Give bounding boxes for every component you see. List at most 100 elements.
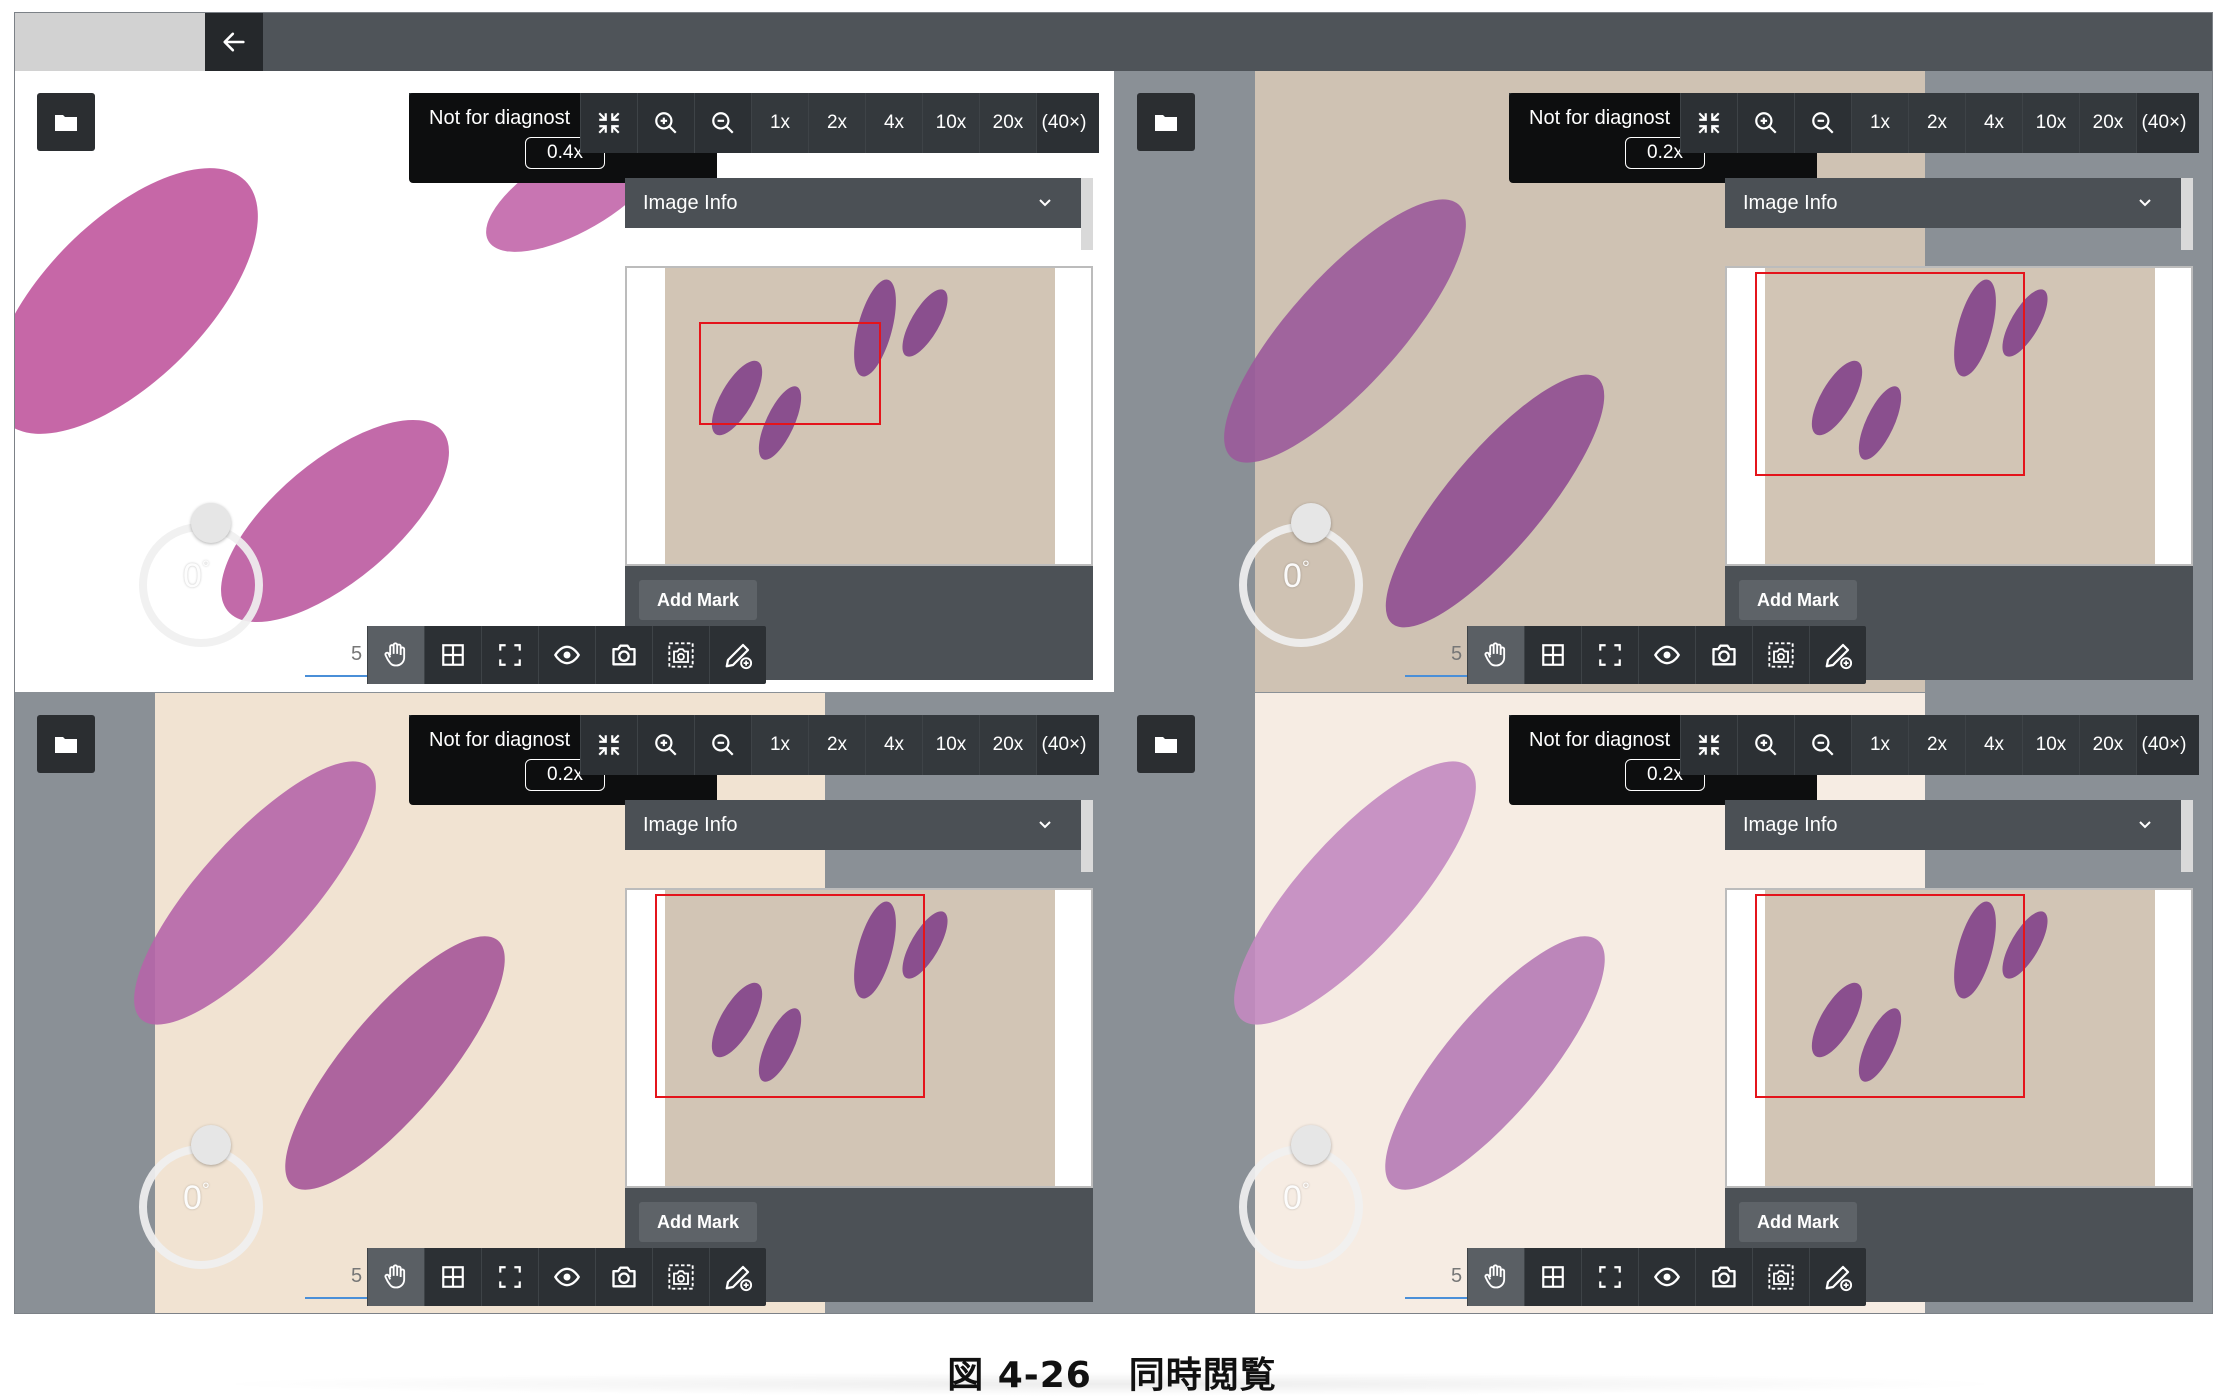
zoom-4x-button[interactable]: 4x — [1965, 715, 2022, 775]
zoom-2x-button[interactable]: 2x — [808, 715, 865, 775]
add-mark-button[interactable]: Add Mark — [639, 580, 757, 620]
zoom-4x-button[interactable]: 4x — [1965, 93, 2022, 153]
folder-button[interactable] — [37, 93, 95, 151]
region-camera-icon — [668, 1264, 694, 1290]
info-scrollbar[interactable] — [1081, 800, 1093, 872]
grid-tool-button[interactable] — [1524, 626, 1581, 684]
zoom-out-button[interactable] — [1794, 715, 1851, 775]
pan-tool-button[interactable] — [367, 1248, 424, 1306]
zoom-in-button[interactable] — [1737, 715, 1794, 775]
zoom-2x-button[interactable]: 2x — [1908, 93, 1965, 153]
zoom-1x-button[interactable]: 1x — [1851, 93, 1908, 153]
zoom-in-icon — [655, 734, 677, 756]
back-button[interactable] — [205, 13, 263, 71]
zoom-1x-button[interactable]: 1x — [1851, 715, 1908, 775]
folder-button[interactable] — [37, 715, 95, 773]
rotation-knob[interactable] — [1291, 503, 1331, 543]
pan-tool-button[interactable] — [1467, 1248, 1524, 1306]
overview-thumbnail[interactable] — [1725, 266, 2193, 566]
image-info-dropdown[interactable]: Image Info — [625, 178, 1093, 250]
folder-button[interactable] — [1137, 715, 1195, 773]
pan-tool-button[interactable] — [1467, 626, 1524, 684]
slide-viewer-4[interactable]: Not for diagnost 0.2x 1x 2x 4x 10x 20x (… — [1115, 693, 2212, 1313]
zoom-4x-button[interactable]: 4x — [865, 715, 922, 775]
zoom-40x-button[interactable]: (40×) — [2136, 93, 2191, 153]
visibility-button[interactable] — [1638, 1248, 1695, 1306]
add-annotation-button[interactable] — [1809, 626, 1866, 684]
image-info-dropdown[interactable]: Image Info — [625, 800, 1093, 872]
zoom-1x-button[interactable]: 1x — [751, 93, 808, 153]
region-capture-button[interactable] — [652, 1248, 709, 1306]
zoom-1x-button[interactable]: 1x — [751, 715, 808, 775]
zoom-in-button[interactable] — [637, 715, 694, 775]
annotation-toolbar — [1467, 1248, 1866, 1306]
pan-tool-button[interactable] — [367, 626, 424, 684]
overview-thumbnail[interactable] — [625, 888, 1093, 1188]
screenshot-button[interactable] — [1695, 1248, 1752, 1306]
grid-tool-button[interactable] — [1524, 1248, 1581, 1306]
info-scrollbar[interactable] — [2181, 800, 2193, 872]
region-capture-button[interactable] — [1752, 626, 1809, 684]
viewport-indicator[interactable] — [1755, 272, 2025, 476]
screenshot-button[interactable] — [595, 1248, 652, 1306]
zoom-10x-button[interactable]: 10x — [2022, 715, 2079, 775]
zoom-2x-button[interactable]: 2x — [1908, 715, 1965, 775]
zoom-20x-button[interactable]: 20x — [979, 715, 1036, 775]
add-mark-button[interactable]: Add Mark — [639, 1202, 757, 1242]
add-annotation-button[interactable] — [1809, 1248, 1866, 1306]
grid-tool-button[interactable] — [424, 1248, 481, 1306]
fit-view-button[interactable] — [1680, 93, 1737, 153]
zoom-20x-button[interactable]: 20x — [2079, 93, 2136, 153]
fullscreen-button[interactable] — [1581, 626, 1638, 684]
fit-view-button[interactable] — [580, 93, 637, 153]
zoom-40x-button[interactable]: (40×) — [2136, 715, 2191, 775]
screenshot-button[interactable] — [1695, 626, 1752, 684]
region-capture-button[interactable] — [652, 626, 709, 684]
rotation-knob[interactable] — [191, 1125, 231, 1165]
visibility-button[interactable] — [1638, 626, 1695, 684]
info-scrollbar[interactable] — [2181, 178, 2193, 250]
fullscreen-button[interactable] — [1581, 1248, 1638, 1306]
zoom-out-button[interactable] — [694, 715, 751, 775]
screenshot-button[interactable] — [595, 626, 652, 684]
viewport-indicator[interactable] — [1755, 894, 2025, 1098]
add-annotation-button[interactable] — [709, 1248, 766, 1306]
region-capture-button[interactable] — [1752, 1248, 1809, 1306]
zoom-out-button[interactable] — [694, 93, 751, 153]
add-mark-button[interactable]: Add Mark — [1739, 580, 1857, 620]
fullscreen-button[interactable] — [481, 1248, 538, 1306]
add-mark-button[interactable]: Add Mark — [1739, 1202, 1857, 1242]
fit-view-button[interactable] — [1680, 715, 1737, 775]
visibility-button[interactable] — [538, 626, 595, 684]
zoom-20x-button[interactable]: 20x — [2079, 715, 2136, 775]
zoom-2x-button[interactable]: 2x — [808, 93, 865, 153]
fit-view-button[interactable] — [580, 715, 637, 775]
viewport-indicator[interactable] — [655, 894, 925, 1098]
fullscreen-button[interactable] — [481, 626, 538, 684]
overview-thumbnail[interactable] — [1725, 888, 2193, 1188]
add-annotation-button[interactable] — [709, 626, 766, 684]
zoom-in-button[interactable] — [1737, 93, 1794, 153]
zoom-20x-button[interactable]: 20x — [979, 93, 1036, 153]
slide-viewer-2[interactable]: Not for diagnost 0.2x 1x 2x 4x 10x 20x (… — [1115, 71, 2212, 692]
slide-viewer-1[interactable]: Not for diagnost 0.4x 1x 2x 4x 10x 20x (… — [15, 71, 1114, 692]
zoom-40x-button[interactable]: (40×) — [1036, 93, 1091, 153]
zoom-4x-button[interactable]: 4x — [865, 93, 922, 153]
rotation-knob[interactable] — [1291, 1125, 1331, 1165]
zoom-10x-button[interactable]: 10x — [922, 93, 979, 153]
grid-tool-button[interactable] — [424, 626, 481, 684]
zoom-10x-button[interactable]: 10x — [922, 715, 979, 775]
visibility-button[interactable] — [538, 1248, 595, 1306]
image-info-dropdown[interactable]: Image Info — [1725, 178, 2193, 250]
zoom-out-button[interactable] — [1794, 93, 1851, 153]
zoom-in-button[interactable] — [637, 93, 694, 153]
rotation-knob[interactable] — [191, 503, 231, 543]
overview-thumbnail[interactable] — [625, 266, 1093, 566]
folder-button[interactable] — [1137, 93, 1195, 151]
zoom-10x-button[interactable]: 10x — [2022, 93, 2079, 153]
viewport-indicator[interactable] — [699, 322, 881, 425]
slide-viewer-3[interactable]: Not for diagnost 0.2x 1x 2x 4x 10x 20x (… — [15, 693, 1114, 1313]
info-scrollbar[interactable] — [1081, 178, 1093, 250]
zoom-40x-button[interactable]: (40×) — [1036, 715, 1091, 775]
image-info-dropdown[interactable]: Image Info — [1725, 800, 2193, 872]
